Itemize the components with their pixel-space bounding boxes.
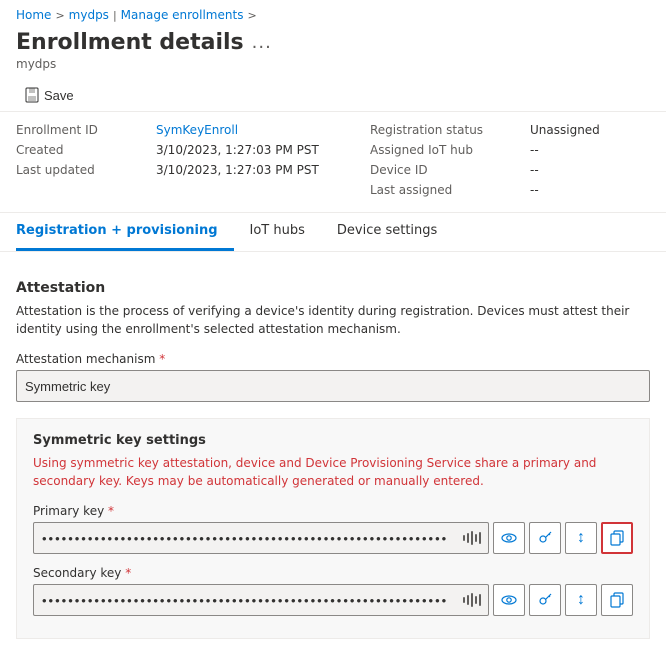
primary-key-container: [33, 522, 489, 554]
page-header: Enrollment details ... mydps: [0, 26, 666, 79]
device-id-label: Device ID: [370, 160, 530, 180]
tab-iot-hubs[interactable]: IoT hubs: [234, 213, 321, 251]
mechanism-input[interactable]: [16, 370, 650, 402]
reg-status-value: Unassigned: [530, 120, 650, 140]
last-updated-value: 3/10/2023, 1:27:03 PM PST: [156, 160, 370, 180]
save-icon: [24, 87, 40, 103]
tabs: Registration + provisioning IoT hubs Dev…: [0, 213, 666, 252]
page-title: Enrollment details: [16, 30, 244, 55]
primary-key-copy-button[interactable]: [601, 522, 633, 554]
breadcrumb: Home > mydps | Manage enrollments >: [0, 0, 666, 26]
breadcrumb-home[interactable]: Home: [16, 8, 51, 22]
attestation-mechanism-field: Attestation mechanism *: [16, 352, 650, 402]
secondary-key-row: ↕: [33, 584, 633, 616]
enrollment-id-value: SymKeyEnroll: [156, 120, 370, 140]
arrows-updown-icon: ↕: [577, 530, 585, 546]
primary-key-regen-button[interactable]: [529, 522, 561, 554]
tab-device-settings[interactable]: Device settings: [321, 213, 453, 251]
secondary-key-container: [33, 584, 489, 616]
save-button[interactable]: Save: [16, 83, 82, 107]
save-label: Save: [44, 88, 74, 103]
assigned-hub-value: --: [530, 140, 650, 160]
primary-key-arrows-button[interactable]: ↕: [565, 522, 597, 554]
reg-status-label: Registration status: [370, 120, 530, 140]
arrows-updown-icon-secondary: ↕: [577, 592, 585, 608]
secondary-key-field: Secondary key *: [33, 566, 633, 616]
device-id-value: --: [530, 160, 650, 180]
key-icon: [537, 530, 553, 546]
subsection-title: Symmetric key settings: [33, 433, 633, 448]
created-label: Created: [16, 140, 156, 160]
attestation-title: Attestation: [16, 280, 650, 296]
attestation-desc: Attestation is the process of verifying …: [16, 302, 636, 338]
key-icon-secondary: [537, 592, 553, 608]
breadcrumb-sep-3: >: [247, 9, 256, 22]
enrollment-id-label: Enrollment ID: [16, 120, 156, 140]
secondary-key-label: Secondary key *: [33, 566, 633, 580]
copy-icon: [609, 530, 625, 546]
secondary-key-waveform: [463, 593, 481, 607]
attestation-section: Attestation Attestation is the process o…: [16, 280, 650, 639]
primary-key-input[interactable]: [33, 522, 489, 554]
breadcrumb-sep-2: |: [113, 9, 117, 22]
breadcrumb-mydps[interactable]: mydps: [69, 8, 109, 22]
eye-icon-secondary: [501, 592, 517, 608]
tab-registration-provisioning[interactable]: Registration + provisioning: [16, 213, 234, 251]
page-subtitle: mydps: [16, 57, 650, 71]
filler-2: [156, 180, 370, 200]
symmetric-key-subsection: Symmetric key settings Using symmetric k…: [16, 418, 650, 639]
secondary-key-show-button[interactable]: [493, 584, 525, 616]
secondary-key-arrows-button[interactable]: ↕: [565, 584, 597, 616]
primary-key-show-button[interactable]: [493, 522, 525, 554]
breadcrumb-sep-1: >: [55, 9, 64, 22]
assigned-hub-label: Assigned IoT hub: [370, 140, 530, 160]
primary-key-field: Primary key *: [33, 504, 633, 554]
details-grid: Enrollment ID SymKeyEnroll Registration …: [0, 116, 666, 213]
mechanism-label: Attestation mechanism *: [16, 352, 650, 366]
primary-key-label: Primary key *: [33, 504, 633, 518]
toolbar: Save: [0, 79, 666, 112]
last-assigned-label: Last assigned: [370, 180, 530, 200]
primary-key-row: ↕: [33, 522, 633, 554]
secondary-key-regen-button[interactable]: [529, 584, 561, 616]
filler-1: [16, 180, 156, 200]
main-content: Attestation Attestation is the process o…: [0, 252, 666, 639]
breadcrumb-manage-enrollments[interactable]: Manage enrollments: [121, 8, 244, 22]
copy-icon-secondary: [609, 592, 625, 608]
last-updated-label: Last updated: [16, 160, 156, 180]
eye-icon: [501, 530, 517, 546]
subsection-desc: Using symmetric key attestation, device …: [33, 454, 613, 490]
created-value: 3/10/2023, 1:27:03 PM PST: [156, 140, 370, 160]
last-assigned-value: --: [530, 180, 650, 200]
primary-key-waveform: [463, 531, 481, 545]
secondary-key-input[interactable]: [33, 584, 489, 616]
secondary-key-copy-button[interactable]: [601, 584, 633, 616]
more-options-button[interactable]: ...: [252, 32, 272, 53]
